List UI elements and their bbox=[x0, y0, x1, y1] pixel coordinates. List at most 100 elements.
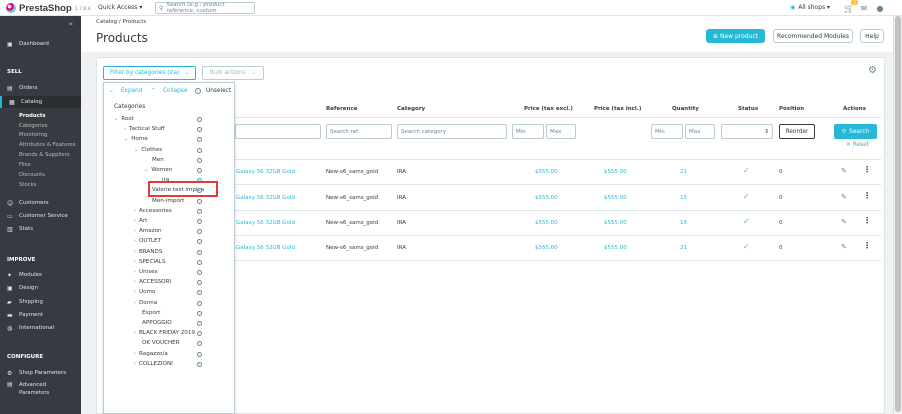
nav-orders[interactable]: ▤ Orders bbox=[0, 82, 81, 94]
subnav-stocks[interactable]: Stocks bbox=[19, 182, 36, 188]
nav-customer-service[interactable]: ▭ Customer Service bbox=[0, 210, 81, 222]
category-tree-item[interactable]: › Tactical Stuff bbox=[124, 126, 165, 132]
chevron-icon[interactable]: › bbox=[134, 300, 136, 306]
category-tree-item[interactable]: › Amazon bbox=[134, 228, 162, 234]
messages-icon[interactable]: ✉ bbox=[858, 2, 870, 14]
price-incl[interactable]: $555.00 bbox=[604, 195, 627, 201]
nav-shop-parameters[interactable]: ⚙ Shop Parameters bbox=[0, 367, 81, 379]
price-excl[interactable]: $555.00 bbox=[535, 169, 558, 175]
chevron-icon[interactable]: › bbox=[134, 269, 136, 275]
category-tree-item[interactable]: › Art bbox=[134, 218, 147, 224]
category-tree-item[interactable]: ⌄ Clothes bbox=[134, 147, 162, 153]
nav-modules[interactable]: ✦ Modules bbox=[0, 269, 81, 281]
category-tree-item[interactable]: ⌄ Home bbox=[124, 136, 148, 142]
category-tree-item[interactable]: › SPECIALS bbox=[134, 259, 166, 265]
category-radio[interactable] bbox=[197, 137, 202, 143]
category-radio[interactable] bbox=[197, 147, 202, 153]
nav-customers[interactable]: ☺ Customers bbox=[0, 197, 81, 209]
category-tree-item[interactable]: ⌄ Women bbox=[144, 167, 172, 173]
product-name-link[interactable]: Galaxy S6 32GB Gold bbox=[236, 245, 295, 251]
edit-pencil-icon[interactable]: ✎ bbox=[841, 193, 847, 201]
subnav-brands-suppliers[interactable]: Brands & Suppliers bbox=[19, 152, 70, 158]
help-button[interactable]: Help bbox=[860, 29, 884, 43]
category-radio[interactable] bbox=[197, 351, 202, 357]
category-radio[interactable] bbox=[197, 341, 202, 347]
name-filter-input[interactable] bbox=[235, 124, 321, 139]
quantity[interactable]: 21 bbox=[680, 245, 687, 251]
price-excl[interactable]: $555.00 bbox=[535, 220, 558, 226]
quantity-max-input[interactable]: Max bbox=[685, 124, 715, 139]
column-header-category[interactable]: Category bbox=[397, 106, 425, 112]
category-radio[interactable] bbox=[197, 331, 202, 337]
category-tree-item[interactable]: Men-import bbox=[149, 198, 184, 204]
nav-payment[interactable]: ▬ Payment bbox=[0, 309, 81, 321]
recommended-modules-button[interactable]: Recommended Modules bbox=[773, 29, 853, 43]
category-radio[interactable] bbox=[197, 290, 202, 296]
edit-pencil-icon[interactable]: ✎ bbox=[841, 243, 847, 251]
category-radio[interactable] bbox=[197, 219, 202, 224]
chevron-icon[interactable]: › bbox=[134, 351, 136, 357]
column-header-price-excl[interactable]: Price (tax excl.) bbox=[524, 106, 573, 112]
category-radio[interactable] bbox=[197, 249, 202, 255]
new-product-button[interactable]: ⊕ New product bbox=[706, 29, 765, 43]
subnav-products[interactable]: Products bbox=[19, 113, 46, 119]
status-enabled-icon[interactable]: ✓ bbox=[743, 192, 750, 201]
category-radio[interactable] bbox=[197, 270, 202, 275]
subnav-monitoring[interactable]: Monitoring bbox=[19, 132, 47, 138]
nav-shipping[interactable]: ▰ Shipping bbox=[0, 296, 81, 308]
page-scrollbar[interactable] bbox=[893, 16, 902, 414]
price-max-input[interactable]: Max bbox=[546, 124, 576, 139]
status-enabled-icon[interactable]: ✓ bbox=[743, 166, 750, 175]
category-radio[interactable] bbox=[197, 168, 202, 173]
column-header-status[interactable]: Status bbox=[738, 106, 758, 112]
prestashop-logo[interactable]: PrestaShop 1.7.6.4 bbox=[6, 2, 102, 14]
search-input[interactable]: ⚲ Search (e.g.: product reference, custo… bbox=[155, 2, 255, 14]
price-min-input[interactable]: Min bbox=[512, 124, 544, 139]
category-radio[interactable] bbox=[197, 321, 202, 326]
unselect-button[interactable]: Unselect bbox=[195, 88, 231, 94]
category-radio[interactable] bbox=[197, 310, 202, 316]
category-filter-input[interactable]: Search category bbox=[397, 124, 507, 139]
edit-pencil-icon[interactable]: ✎ bbox=[841, 218, 847, 226]
subnav-attributes-features[interactable]: Attributes & Features bbox=[19, 142, 75, 148]
category-radio[interactable] bbox=[197, 157, 202, 163]
price-excl[interactable]: $555.00 bbox=[535, 195, 558, 201]
chevron-icon[interactable]: › bbox=[134, 228, 136, 234]
collapse-sidebar-icon[interactable]: « bbox=[69, 20, 73, 28]
product-name-link[interactable]: Galaxy S6 32GB Gold bbox=[236, 195, 295, 201]
quantity[interactable]: 15 bbox=[680, 195, 687, 201]
status-enabled-icon[interactable]: ✓ bbox=[743, 242, 750, 251]
product-name-link[interactable]: Galaxy S6 32GB Gold bbox=[236, 220, 295, 226]
chevron-icon[interactable]: › bbox=[134, 279, 136, 285]
chevron-icon[interactable]: › bbox=[134, 208, 136, 214]
category-radio[interactable] bbox=[197, 259, 202, 265]
orders-notification-icon[interactable]: 🛒 2 bbox=[843, 0, 858, 14]
category-tree-item[interactable]: › ACCESSORI bbox=[134, 279, 171, 285]
expand-all-button[interactable]: ⌄ Expand bbox=[109, 88, 143, 94]
nav-international[interactable]: ◍ International bbox=[0, 322, 81, 334]
collapse-all-button[interactable]: ⌃ Collapse bbox=[151, 88, 188, 94]
category-radio[interactable] bbox=[197, 198, 202, 204]
category-tree-item[interactable]: › Donna bbox=[134, 300, 157, 306]
bulk-actions-button[interactable]: Bulk actions ⌄ bbox=[202, 66, 264, 80]
category-radio[interactable] bbox=[197, 208, 202, 214]
category-radio[interactable] bbox=[197, 300, 202, 306]
more-actions-icon[interactable]: ⋮ bbox=[863, 191, 871, 200]
quantity[interactable]: 21 bbox=[680, 169, 687, 175]
status-filter-select[interactable]: ⇕ bbox=[721, 124, 773, 139]
price-incl[interactable]: $555.00 bbox=[604, 169, 627, 175]
column-header-reference[interactable]: Reference bbox=[326, 106, 357, 112]
column-header-quantity[interactable]: Quantity bbox=[672, 106, 699, 112]
price-incl[interactable]: $555.00 bbox=[604, 245, 627, 251]
category-tree-item[interactable]: › COLLEZIONI bbox=[134, 361, 173, 367]
category-tree-item[interactable]: Export bbox=[139, 310, 160, 316]
nav-stats[interactable]: ▥ Stats bbox=[0, 223, 81, 235]
chevron-icon[interactable]: ⌄ bbox=[114, 116, 118, 122]
subnav-categories[interactable]: Categories bbox=[19, 123, 48, 129]
category-tree-item[interactable]: › Accessories bbox=[134, 208, 172, 214]
edit-pencil-icon[interactable]: ✎ bbox=[841, 167, 847, 175]
category-tree-item[interactable]: › Ragazzo/a bbox=[134, 351, 168, 357]
category-radio[interactable] bbox=[197, 361, 202, 367]
nav-catalog[interactable]: ▦ Catalog bbox=[0, 96, 81, 108]
category-radio[interactable] bbox=[197, 229, 202, 235]
